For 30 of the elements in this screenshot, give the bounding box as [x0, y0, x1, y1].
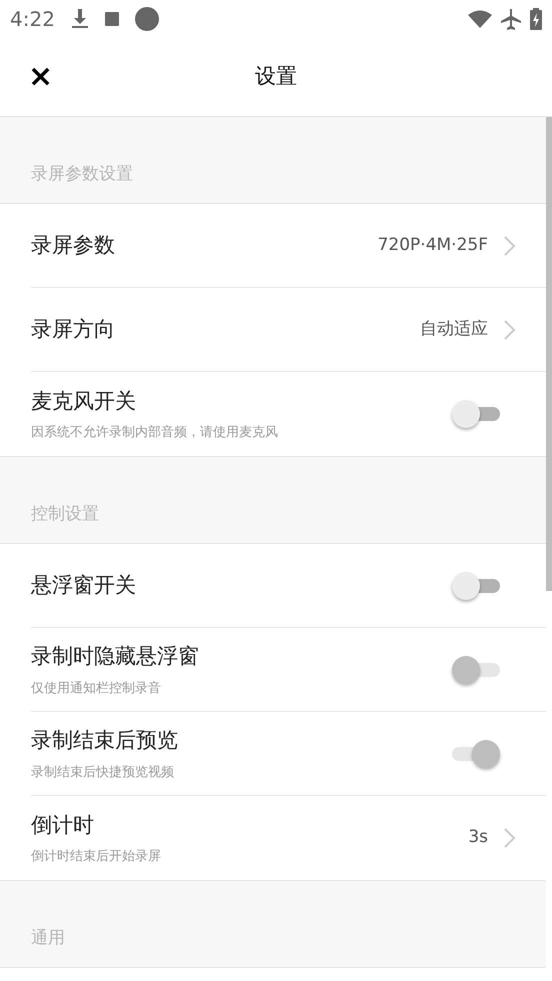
row-subtitle: 倒计时结束后开始录屏 — [31, 848, 162, 866]
row-value: 3s — [468, 826, 488, 850]
row-subtitle: 因系统不允许录制内部音频，请使用麦克风 — [31, 424, 279, 442]
row-value: 720P·4M·25F — [378, 234, 488, 257]
row-title: 录屏方向 — [31, 316, 116, 343]
page-title: 设置 — [255, 63, 297, 90]
row-title: 倒计时 — [31, 812, 95, 838]
dot-icon — [134, 7, 159, 31]
section-header: 录屏参数设置 — [31, 162, 133, 186]
row-value: 自动适应 — [420, 318, 488, 341]
airplane-icon — [500, 8, 522, 30]
row-title: 录制结束后预览 — [31, 727, 179, 754]
wifi-icon — [468, 10, 492, 28]
battery-icon — [530, 8, 542, 30]
toggle-switch[interactable] — [452, 572, 500, 600]
chevron-icon — [504, 236, 516, 256]
toggle-switch[interactable] — [452, 400, 500, 428]
chevron-icon — [504, 320, 516, 340]
row-title: 麦克风开关 — [31, 388, 137, 414]
section-header: 通用 — [31, 926, 65, 950]
close-button[interactable]: × — [24, 62, 58, 92]
status-time: 4:22 — [10, 6, 55, 33]
row-title: 悬浮窗开关 — [31, 572, 137, 599]
row-subtitle: 仅使用通知栏控制录音 — [31, 680, 162, 698]
section-header: 控制设置 — [31, 502, 99, 526]
row-title: 录制时隐藏悬浮窗 — [31, 643, 200, 670]
chevron-icon — [504, 828, 516, 848]
download-icon — [70, 9, 89, 29]
row-title: 录屏参数 — [31, 232, 116, 259]
row-subtitle: 录制结束后快捷预览视频 — [31, 764, 175, 782]
